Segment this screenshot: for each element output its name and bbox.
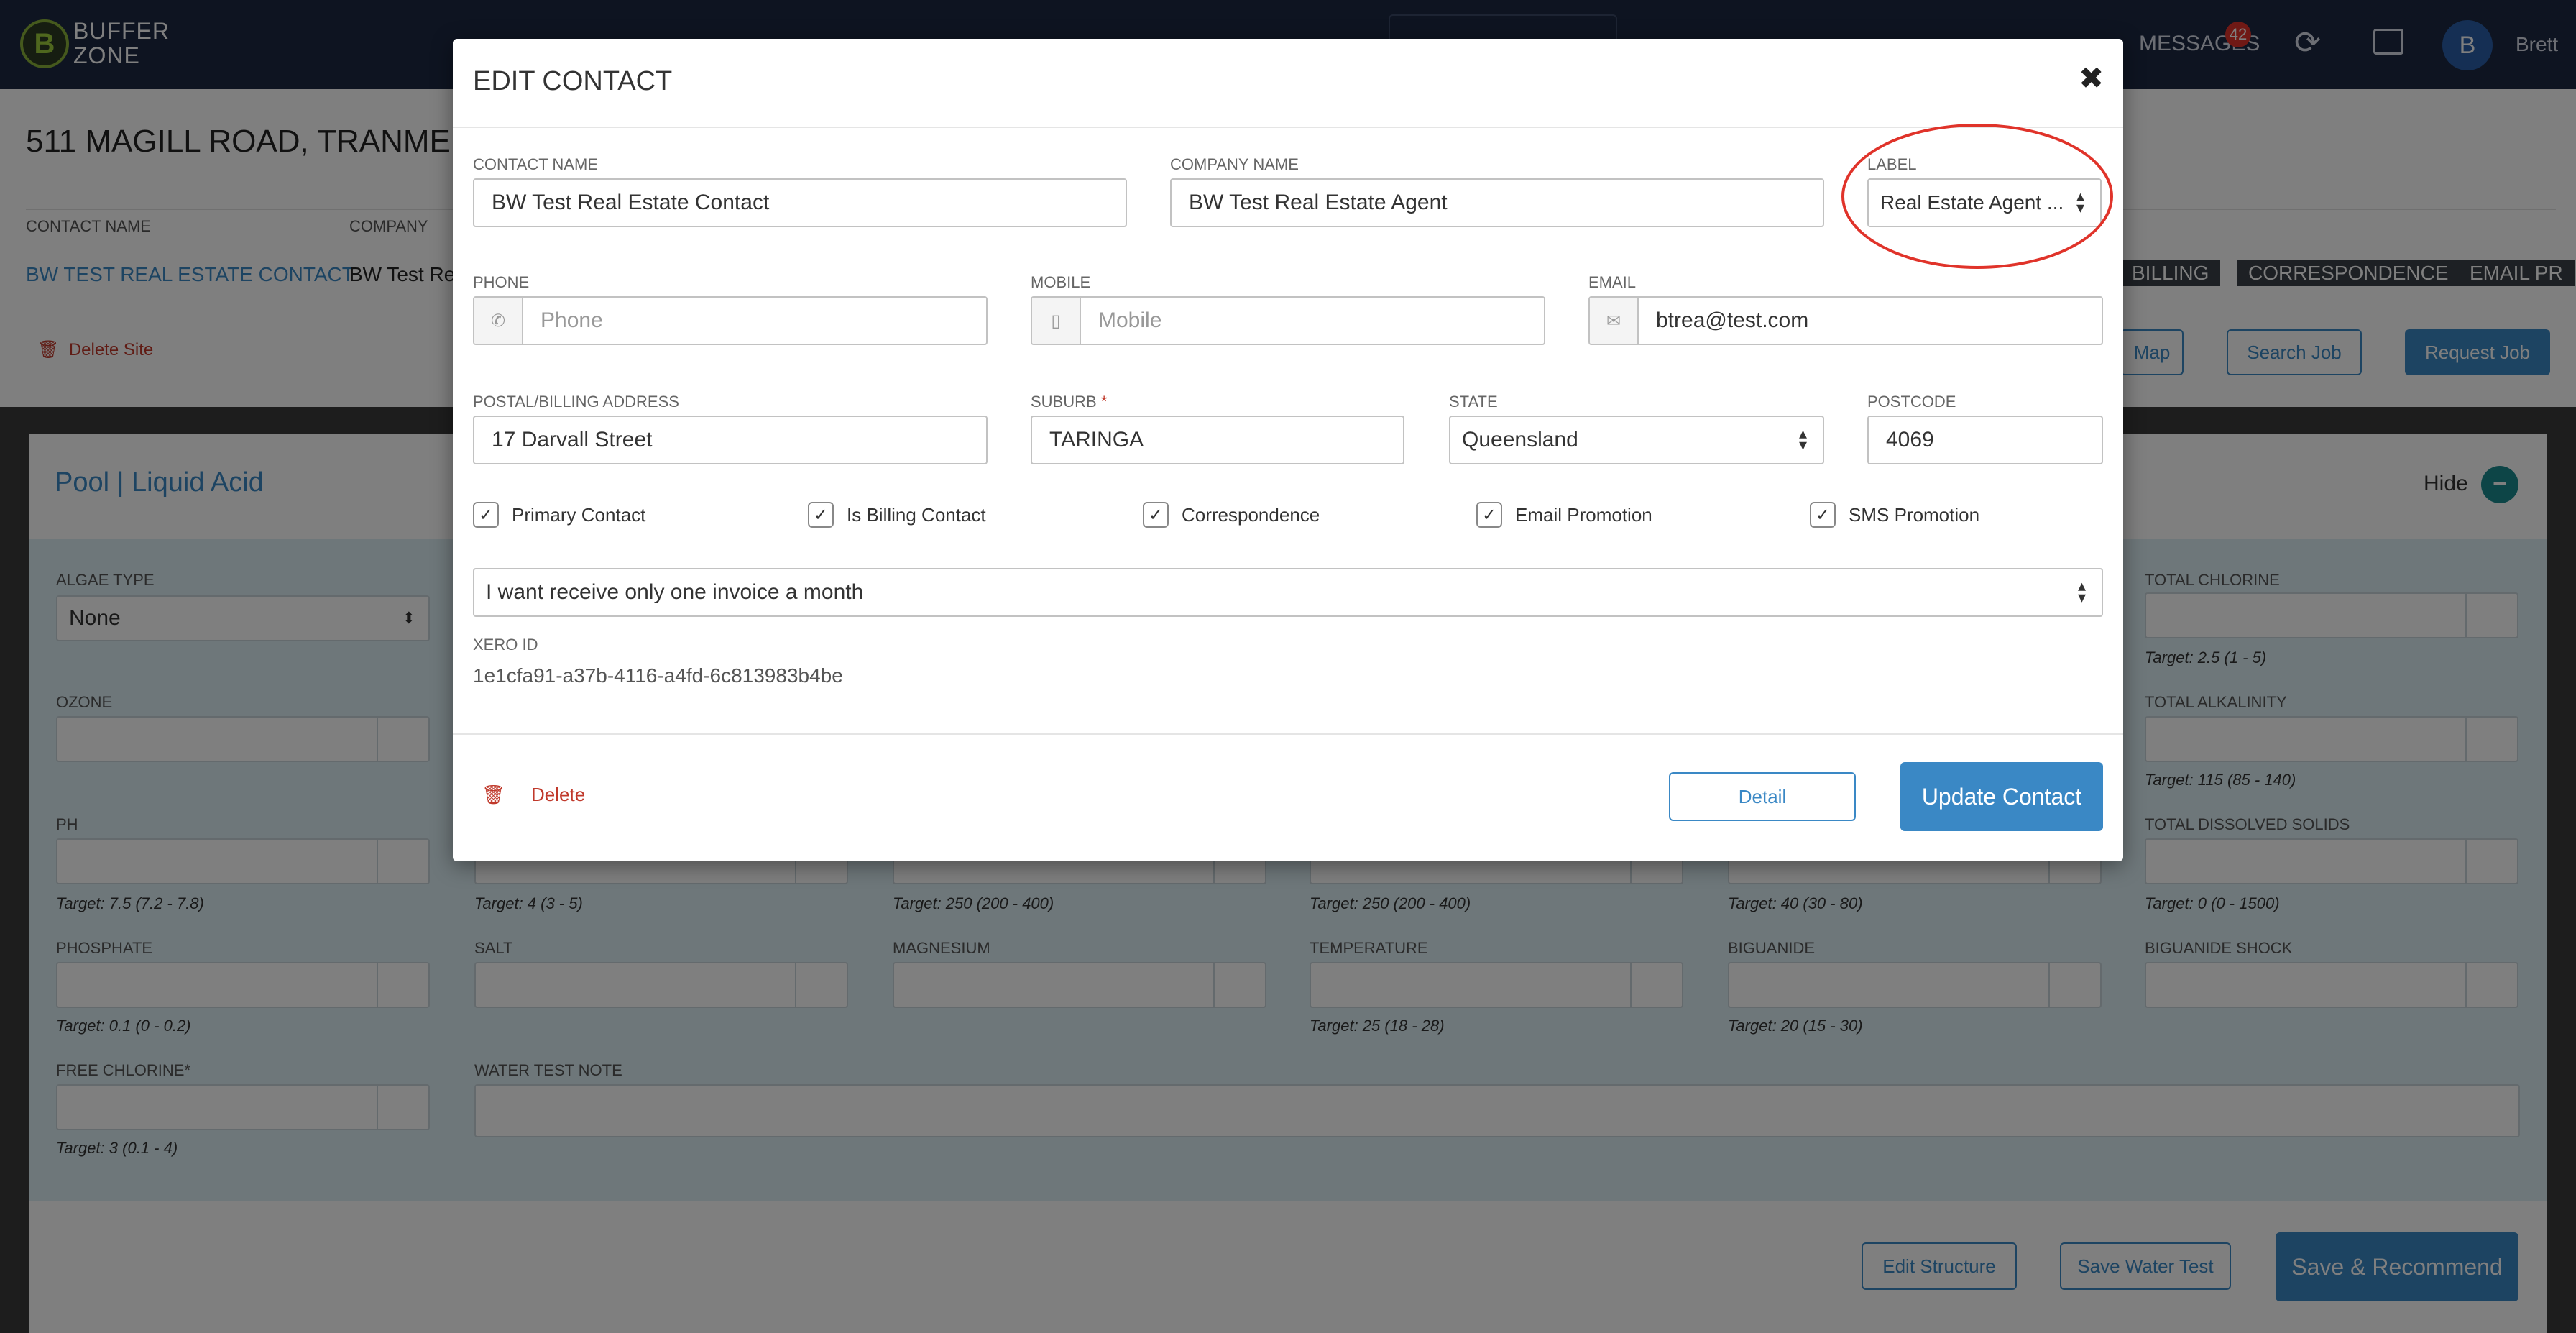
xero-id-value: 1e1cfa91-a37b-4116-a4fd-6c813983b4be bbox=[473, 664, 843, 687]
invoice-preference-select[interactable]: I want receive only one invoice a month … bbox=[473, 568, 2103, 617]
postcode-label: POSTCODE bbox=[1867, 393, 1956, 411]
state-select-value: Queensland bbox=[1462, 428, 1578, 452]
checkmark-icon: ✓ bbox=[1810, 502, 1836, 528]
checkmark-icon: ✓ bbox=[1143, 502, 1169, 528]
modal-footer-divider bbox=[453, 733, 2123, 735]
state-label: STATE bbox=[1449, 393, 1498, 411]
suburb-label: SUBURB * bbox=[1031, 393, 1107, 411]
state-select[interactable]: Queensland ▴ ▾ bbox=[1449, 416, 1824, 464]
email-field[interactable]: ✉ btrea@test.com bbox=[1588, 296, 2103, 345]
sms-promotion-checkbox[interactable]: ✓ SMS Promotion bbox=[1810, 502, 1979, 528]
company-name-field[interactable]: BW Test Real Estate Agent bbox=[1170, 178, 1824, 227]
phone-icon: ✆ bbox=[474, 298, 523, 344]
edit-contact-modal: EDIT CONTACT ✖ CONTACT NAME BW Test Real… bbox=[453, 39, 2123, 861]
modal-title: EDIT CONTACT bbox=[473, 66, 673, 96]
mobile-placeholder: Mobile bbox=[1098, 308, 1162, 332]
annotation-circle bbox=[1841, 124, 2113, 269]
mobile-icon: ▯ bbox=[1032, 298, 1081, 344]
billing-contact-label: Is Billing Contact bbox=[847, 503, 986, 526]
primary-contact-label: Primary Contact bbox=[512, 503, 646, 526]
contact-name-label: CONTACT NAME bbox=[473, 155, 598, 173]
select-arrow-icon: ▴ ▾ bbox=[2077, 577, 2086, 607]
xero-id-label: XERO ID bbox=[473, 636, 538, 654]
checkmark-icon: ✓ bbox=[1476, 502, 1502, 528]
modal-header-divider bbox=[453, 127, 2123, 128]
update-contact-button[interactable]: Update Contact bbox=[1900, 762, 2103, 831]
checkmark-icon: ✓ bbox=[808, 502, 834, 528]
close-icon[interactable]: ✖ bbox=[2079, 60, 2104, 96]
trash-icon: 🗑 bbox=[482, 784, 506, 805]
mobile-label: MOBILE bbox=[1031, 273, 1091, 291]
address-field[interactable]: 17 Darvall Street bbox=[473, 416, 988, 464]
detail-button[interactable]: Detail bbox=[1669, 772, 1856, 821]
suburb-field[interactable]: TARINGA bbox=[1031, 416, 1404, 464]
required-marker: * bbox=[1100, 393, 1108, 411]
invoice-preference-value: I want receive only one invoice a month bbox=[486, 580, 864, 604]
delete-contact-button[interactable]: 🗑 Delete bbox=[482, 784, 585, 806]
email-promotion-checkbox[interactable]: ✓ Email Promotion bbox=[1476, 502, 1652, 528]
address-label: POSTAL/BILLING ADDRESS bbox=[473, 393, 679, 411]
postcode-field[interactable]: 4069 bbox=[1867, 416, 2103, 464]
contact-name-field[interactable]: BW Test Real Estate Contact bbox=[473, 178, 1127, 227]
phone-field[interactable]: ✆ Phone bbox=[473, 296, 988, 345]
billing-contact-checkbox[interactable]: ✓ Is Billing Contact bbox=[808, 502, 986, 528]
sms-promotion-label: SMS Promotion bbox=[1849, 503, 1980, 526]
company-name-label: COMPANY NAME bbox=[1170, 155, 1299, 173]
correspondence-checkbox[interactable]: ✓ Correspondence bbox=[1143, 502, 1320, 528]
email-label: EMAIL bbox=[1588, 273, 1637, 291]
suburb-label-text: SUBURB bbox=[1031, 393, 1097, 411]
phone-placeholder: Phone bbox=[540, 308, 603, 332]
envelope-icon: ✉ bbox=[1590, 298, 1639, 344]
correspondence-label: Correspondence bbox=[1182, 503, 1320, 526]
delete-contact-label: Delete bbox=[531, 784, 586, 805]
email-promotion-label: Email Promotion bbox=[1515, 503, 1652, 526]
primary-contact-checkbox[interactable]: ✓ Primary Contact bbox=[473, 502, 645, 528]
email-value: btrea@test.com bbox=[1656, 308, 1809, 332]
select-arrow-icon: ▴ ▾ bbox=[1798, 425, 1807, 454]
mobile-field[interactable]: ▯ Mobile bbox=[1031, 296, 1545, 345]
checkmark-icon: ✓ bbox=[473, 502, 499, 528]
phone-label: PHONE bbox=[473, 273, 530, 291]
